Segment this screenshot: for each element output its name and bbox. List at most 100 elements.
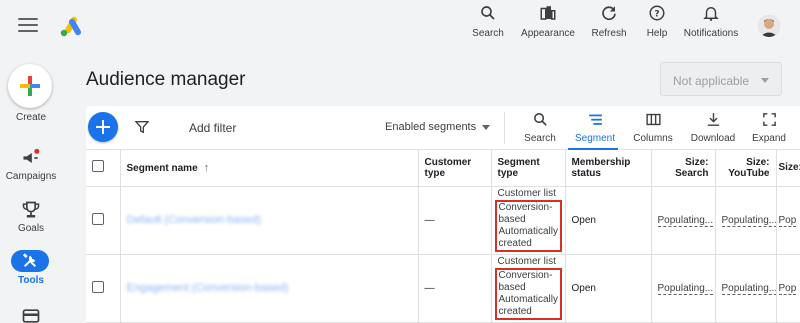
select-all-cell bbox=[86, 150, 121, 187]
toolbar-columns-label: Columns bbox=[633, 133, 673, 144]
column-header-size-more[interactable]: Size: bbox=[776, 150, 800, 187]
plus-icon bbox=[96, 120, 110, 134]
toolbar-search-label: Search bbox=[524, 133, 556, 144]
segment-name-cell: Engagement (Conversion-based) bbox=[120, 254, 419, 323]
help-label: Help bbox=[646, 28, 668, 39]
segment-type-cell: Customer list Conversion- based Automati… bbox=[491, 186, 566, 255]
row-checkbox[interactable] bbox=[92, 212, 104, 225]
refresh-icon bbox=[598, 2, 620, 24]
help-icon: ? bbox=[646, 2, 668, 24]
column-header-segment-type[interactable]: Segment type bbox=[491, 150, 566, 187]
scope-select-value: Not applicable bbox=[673, 74, 750, 88]
appearance-button[interactable]: Appearance bbox=[519, 0, 577, 44]
size-youtube-cell: Populating... bbox=[715, 186, 777, 255]
size-search-value[interactable]: Populating... bbox=[657, 282, 714, 295]
toolbar-segment-button[interactable]: Segment bbox=[573, 110, 617, 148]
toolbar-expand-label: Expand bbox=[752, 133, 786, 144]
rail-label-tools: Tools bbox=[18, 275, 44, 286]
table-toolbar: Add filter Enabled segments Search Segme… bbox=[86, 106, 800, 150]
select-all-checkbox[interactable] bbox=[92, 160, 104, 173]
column-header-size-youtube[interactable]: Size: YouTube bbox=[715, 150, 777, 187]
row-select-cell bbox=[86, 254, 121, 323]
segment-type-boxed2: based bbox=[498, 214, 526, 225]
google-ads-logo[interactable] bbox=[58, 14, 82, 38]
hamburger-menu-icon[interactable] bbox=[18, 18, 38, 34]
toolbar-columns-button[interactable]: Columns bbox=[631, 110, 675, 148]
avatar[interactable] bbox=[758, 15, 780, 37]
tools-icon bbox=[11, 250, 49, 272]
create-label: Create bbox=[15, 112, 46, 123]
megaphone-icon bbox=[19, 146, 43, 170]
size-search-header-line2: Search bbox=[675, 167, 709, 179]
enabled-segments-dropdown[interactable]: Enabled segments bbox=[385, 121, 491, 133]
segment-icon bbox=[585, 110, 605, 128]
toolbar-download-button[interactable]: Download bbox=[688, 110, 738, 148]
segment-type-highlight: Conversion- based Automatically created bbox=[494, 268, 562, 320]
segment-type-boxed2: based bbox=[498, 282, 526, 293]
rail-item-tools[interactable]: Tools bbox=[0, 250, 62, 290]
scope-select[interactable]: Not applicable bbox=[660, 62, 782, 96]
rail-label-goals: Goals bbox=[17, 223, 45, 234]
plus-icon bbox=[20, 76, 40, 96]
toolbar-expand-button[interactable]: Expand bbox=[750, 110, 788, 148]
row-checkbox[interactable] bbox=[92, 280, 104, 293]
column-header-membership-status[interactable]: Membership status bbox=[565, 150, 652, 187]
column-header-customer-type[interactable]: Customer type bbox=[418, 150, 492, 187]
chevron-down-icon bbox=[761, 78, 769, 83]
segment-type-boxed4: created bbox=[498, 238, 532, 249]
size-youtube-header-line2: YouTube bbox=[728, 167, 770, 179]
billing-icon[interactable] bbox=[19, 304, 43, 323]
refresh-button[interactable]: Refresh bbox=[590, 0, 628, 44]
enabled-segments-label: Enabled segments bbox=[385, 121, 477, 133]
rail-item-campaigns[interactable]: Campaigns bbox=[0, 146, 62, 186]
segment-type-header-label: Segment type bbox=[497, 156, 540, 179]
toolbar-download-label: Download bbox=[690, 133, 736, 144]
columns-icon bbox=[643, 110, 663, 128]
refresh-label: Refresh bbox=[591, 28, 627, 39]
svg-text:?: ? bbox=[654, 9, 659, 19]
download-icon bbox=[703, 110, 723, 128]
segment-type-boxed1: Conversion- bbox=[498, 270, 553, 281]
segment-type-boxed3: Automatically bbox=[498, 294, 558, 305]
size-more-value[interactable]: Pop bbox=[778, 282, 797, 295]
membership-status-header-label: Membership status bbox=[571, 156, 631, 179]
segments-table: Segment name ↑ Customer type Segment type… bbox=[86, 150, 800, 323]
table-row: Engagement (Conversion-based) — Customer… bbox=[86, 254, 800, 323]
create-button[interactable] bbox=[8, 64, 52, 108]
top-bar: Search Appearance Refresh ? Help Notific… bbox=[0, 0, 800, 56]
top-search-button[interactable]: Search bbox=[470, 0, 506, 44]
toolbar-search-button[interactable]: Search bbox=[520, 110, 560, 148]
size-youtube-header-line1: Size: bbox=[746, 156, 770, 168]
customer-type-header-label: Customer type bbox=[424, 156, 472, 179]
filter-icon[interactable] bbox=[134, 119, 150, 135]
size-youtube-value[interactable]: Populating... bbox=[721, 282, 775, 295]
row-select-cell bbox=[86, 186, 121, 255]
chevron-down-icon bbox=[482, 124, 491, 130]
segment-type-line1: Customer list bbox=[497, 188, 556, 199]
size-search-cell: Populating... bbox=[651, 254, 716, 323]
size-youtube-value[interactable]: Populating... bbox=[721, 214, 775, 227]
toolbar-segment-label: Segment bbox=[574, 133, 616, 144]
segment-name-header-label: Segment name bbox=[126, 162, 198, 174]
segment-type-line1: Customer list bbox=[497, 256, 556, 267]
add-filter-button[interactable]: Add filter bbox=[189, 121, 236, 135]
size-search-value[interactable]: Populating... bbox=[657, 214, 714, 227]
column-header-segment-name[interactable]: Segment name ↑ bbox=[120, 150, 419, 187]
sort-arrow-up-icon: ↑ bbox=[203, 161, 210, 174]
size-more-value[interactable]: Pop bbox=[778, 214, 797, 227]
rail-item-goals[interactable]: Goals bbox=[0, 198, 62, 238]
segment-type-boxed3: Automatically bbox=[498, 226, 558, 237]
segments-card: Add filter Enabled segments Search Segme… bbox=[86, 106, 800, 323]
column-header-size-search[interactable]: Size: Search bbox=[651, 150, 716, 187]
size-youtube-cell: Populating... bbox=[715, 254, 777, 323]
help-button[interactable]: ? Help bbox=[643, 0, 671, 44]
segment-type-highlight: Conversion- based Automatically created bbox=[494, 200, 562, 252]
segment-type-boxed1: Conversion- bbox=[498, 202, 553, 213]
segment-name-link[interactable]: Engagement (Conversion-based) bbox=[127, 282, 289, 294]
notifications-button[interactable]: Notifications bbox=[681, 0, 741, 44]
segment-name-cell: Default (Conversion-based) bbox=[120, 186, 419, 255]
customer-type-cell: — bbox=[418, 186, 492, 255]
add-segment-button[interactable] bbox=[88, 112, 118, 142]
segment-name-link[interactable]: Default (Conversion-based) bbox=[127, 214, 262, 226]
membership-status-cell: Open bbox=[565, 186, 652, 255]
